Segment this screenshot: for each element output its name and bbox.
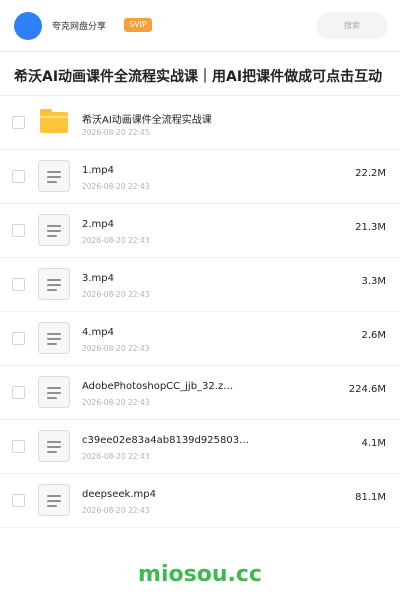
list-item[interactable]: 4.mp4 2026-08-20 22:43 2.6M xyxy=(0,312,400,366)
document-icon xyxy=(38,268,70,300)
file-name: 希沃AI动画课件全流程实战课 xyxy=(82,115,212,126)
file-name: AdobePhotoshopCC_jjb_32.z… xyxy=(82,381,234,392)
list-item[interactable]: 希沃AI动画课件全流程实战课 2026-08-20 22:45 xyxy=(0,96,400,150)
file-list: 希沃AI动画课件全流程实战课 2026-08-20 22:45 1.mp4 20… xyxy=(0,96,400,528)
file-size: 4.1M xyxy=(361,438,386,449)
list-item[interactable]: 3.mp4 2026-08-20 22:43 3.3M xyxy=(0,258,400,312)
site-name: 夸克网盘分享 xyxy=(52,22,107,32)
file-date: 2026-08-20 22:43 xyxy=(82,398,150,407)
share-header: 夸克网盘分享 SVIP 搜索 xyxy=(0,0,400,52)
file-date: 2026-08-20 22:43 xyxy=(82,506,150,515)
select-checkbox[interactable] xyxy=(12,170,25,183)
select-checkbox[interactable] xyxy=(12,278,25,291)
file-date: 2026-08-20 22:43 xyxy=(82,236,150,245)
file-date: 2026-08-20 22:45 xyxy=(82,128,150,137)
select-checkbox[interactable] xyxy=(12,224,25,237)
select-checkbox[interactable] xyxy=(12,116,25,129)
file-size: 2.6M xyxy=(361,330,386,341)
file-name: c39ee02e83a4ab8139d925803… xyxy=(82,435,250,446)
search-input[interactable]: 搜索 xyxy=(316,12,388,39)
file-size: 81.1M xyxy=(355,492,386,503)
file-name: 2.mp4 xyxy=(82,219,114,230)
site-watermark: miosou.cc xyxy=(138,562,262,587)
share-title-bar: 希沃AI动画课件全流程实战课｜用AI把课件做成可点击互动 xyxy=(0,52,400,96)
select-checkbox[interactable] xyxy=(12,494,25,507)
document-icon xyxy=(38,484,70,516)
file-name: 4.mp4 xyxy=(82,327,114,338)
list-item[interactable]: c39ee02e83a4ab8139d925803… 2026-08-20 22… xyxy=(0,420,400,474)
document-icon xyxy=(38,376,70,408)
svip-badge: SVIP xyxy=(124,18,152,32)
file-date: 2026-08-20 22:43 xyxy=(82,290,150,299)
list-item[interactable]: AdobePhotoshopCC_jjb_32.z… 2026-08-20 22… xyxy=(0,366,400,420)
page-title: 希沃AI动画课件全流程实战课｜用AI把课件做成可点击互动 xyxy=(14,69,383,85)
file-date: 2026-08-20 22:43 xyxy=(82,182,150,191)
file-date: 2026-08-20 22:43 xyxy=(82,344,150,353)
file-size: 21.3M xyxy=(355,222,386,233)
select-checkbox[interactable] xyxy=(12,386,25,399)
file-size: 3.3M xyxy=(361,276,386,287)
list-item[interactable]: 2.mp4 2026-08-20 22:43 21.3M xyxy=(0,204,400,258)
select-checkbox[interactable] xyxy=(12,332,25,345)
file-date: 2026-08-20 22:43 xyxy=(82,452,150,461)
list-item[interactable]: 1.mp4 2026-08-20 22:43 22.2M xyxy=(0,150,400,204)
document-icon xyxy=(38,322,70,354)
file-name: 3.mp4 xyxy=(82,273,114,284)
file-name: deepseek.mp4 xyxy=(82,489,156,500)
file-name: 1.mp4 xyxy=(82,165,114,176)
avatar[interactable] xyxy=(14,12,42,40)
document-icon xyxy=(38,430,70,462)
folder-icon xyxy=(40,109,68,133)
file-size: 22.2M xyxy=(355,168,386,179)
list-item[interactable]: deepseek.mp4 2026-08-20 22:43 81.1M xyxy=(0,474,400,528)
document-icon xyxy=(38,214,70,246)
select-checkbox[interactable] xyxy=(12,440,25,453)
document-icon xyxy=(38,160,70,192)
file-size: 224.6M xyxy=(348,384,386,395)
